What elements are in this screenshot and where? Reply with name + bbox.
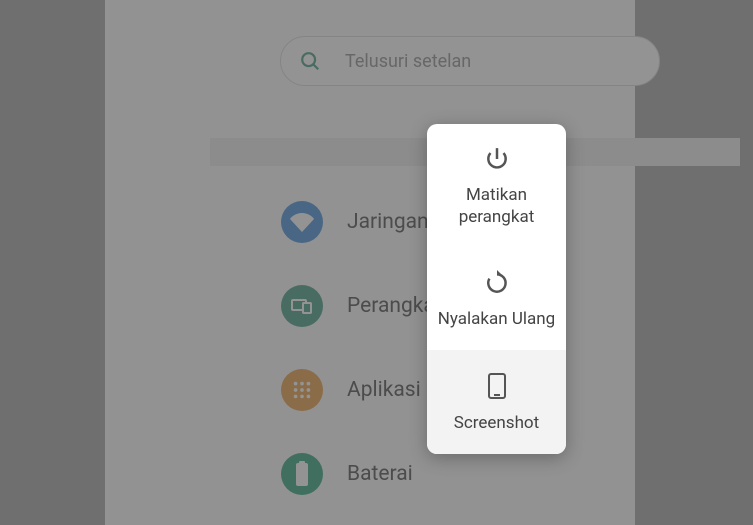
power-menu-label: Screenshot: [454, 412, 539, 434]
modal-dim-overlay[interactable]: [0, 0, 753, 525]
power-icon: [484, 146, 510, 172]
restart-button[interactable]: Nyalakan Ulang: [427, 248, 566, 350]
power-menu: Matikan perangkat Nyalakan Ulang Screens…: [427, 124, 566, 454]
screenshot-button[interactable]: Screenshot: [427, 350, 566, 454]
restart-icon: [484, 270, 510, 296]
power-menu-label: Nyalakan Ulang: [438, 308, 555, 330]
power-off-button[interactable]: Matikan perangkat: [427, 124, 566, 248]
screenshot-icon: [486, 372, 508, 400]
power-menu-label: Matikan perangkat: [435, 184, 558, 228]
